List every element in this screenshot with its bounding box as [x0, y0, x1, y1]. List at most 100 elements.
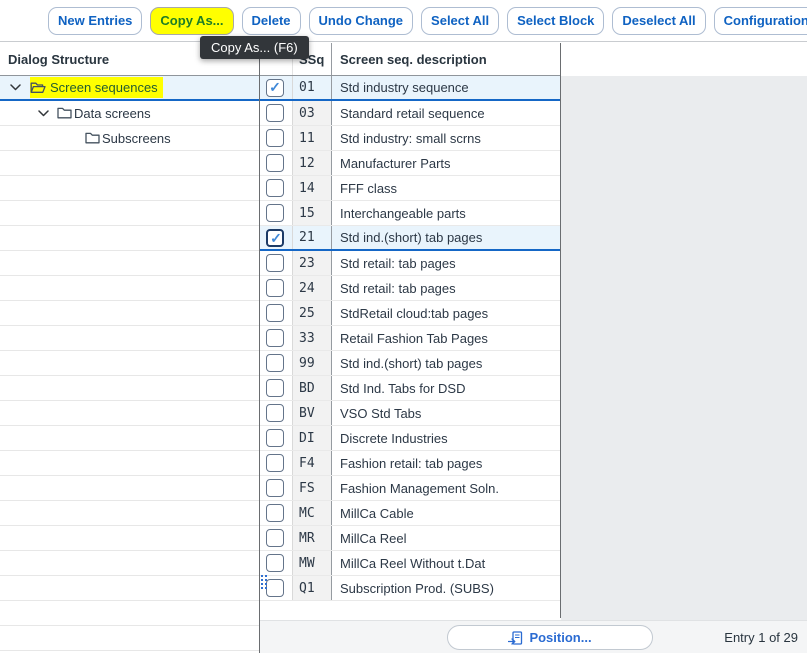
- table-row[interactable]: ✓ 99 Std ind.(short) tab pages: [260, 351, 560, 376]
- row-select-checkbox[interactable]: ✓: [266, 554, 284, 572]
- ssq-cell[interactable]: Q1: [292, 576, 332, 600]
- ssq-cell[interactable]: MR: [292, 526, 332, 550]
- ssq-cell[interactable]: DI: [292, 426, 332, 450]
- description-cell[interactable]: MillCa Reel Without t.Dat: [332, 551, 560, 575]
- configuration-help-button[interactable]: Configuration Help: [714, 7, 807, 35]
- table-row[interactable]: ✓ 24 Std retail: tab pages: [260, 276, 560, 301]
- row-select-checkbox[interactable]: ✓: [266, 379, 284, 397]
- description-cell[interactable]: VSO Std Tabs: [332, 401, 560, 425]
- tree-item-screen-sequences[interactable]: Screen sequences: [0, 76, 259, 101]
- row-select-checkbox[interactable]: ✓: [266, 429, 284, 447]
- table-row[interactable]: ✓ 25 StdRetail cloud:tab pages: [260, 301, 560, 326]
- new-entries-button[interactable]: New Entries: [48, 7, 142, 35]
- description-cell[interactable]: Std ind.(short) tab pages: [332, 351, 560, 375]
- description-cell[interactable]: Subscription Prod. (SUBS): [332, 576, 560, 600]
- copy-as-button[interactable]: Copy As...: [150, 7, 233, 35]
- select-all-button[interactable]: Select All: [421, 7, 499, 35]
- table-row[interactable]: ✓ Q1 Subscription Prod. (SUBS): [260, 576, 560, 601]
- ssq-cell[interactable]: F4: [292, 451, 332, 475]
- description-cell[interactable]: Std Ind. Tabs for DSD: [332, 376, 560, 400]
- description-cell[interactable]: Manufacturer Parts: [332, 151, 560, 175]
- table-row[interactable]: ✓ MC MillCa Cable: [260, 501, 560, 526]
- ssq-cell[interactable]: 11: [292, 126, 332, 150]
- row-select-checkbox[interactable]: ✓: [266, 354, 284, 372]
- ssq-cell[interactable]: 23: [292, 251, 332, 275]
- description-cell[interactable]: StdRetail cloud:tab pages: [332, 301, 560, 325]
- ssq-cell[interactable]: 14: [292, 176, 332, 200]
- select-block-button[interactable]: Select Block: [507, 7, 604, 35]
- row-drag-handle-icon[interactable]: [261, 575, 267, 589]
- description-cell[interactable]: Interchangeable parts: [332, 201, 560, 225]
- table-row[interactable]: ✓ DI Discrete Industries: [260, 426, 560, 451]
- row-select-checkbox[interactable]: ✓: [266, 179, 284, 197]
- description-cell[interactable]: Std industry sequence: [332, 76, 560, 99]
- description-cell[interactable]: Std industry: small scrns: [332, 126, 560, 150]
- chevron-down-icon[interactable]: [38, 110, 49, 117]
- description-cell[interactable]: Std ind.(short) tab pages: [332, 226, 560, 249]
- table-row[interactable]: ✓ 23 Std retail: tab pages: [260, 251, 560, 276]
- row-select-checkbox[interactable]: ✓: [266, 254, 284, 272]
- row-select-checkbox[interactable]: ✓: [266, 204, 284, 222]
- chevron-down-icon[interactable]: [10, 84, 21, 91]
- ssq-cell[interactable]: 15: [292, 201, 332, 225]
- table-row[interactable]: ✓ MR MillCa Reel: [260, 526, 560, 551]
- table-row[interactable]: ✓ FS Fashion Management Soln.: [260, 476, 560, 501]
- ssq-cell[interactable]: 21: [292, 226, 332, 249]
- ssq-cell[interactable]: FS: [292, 476, 332, 500]
- tree-item-subscreens[interactable]: Subscreens: [0, 126, 259, 151]
- row-select-checkbox[interactable]: ✓: [266, 129, 284, 147]
- undo-change-button[interactable]: Undo Change: [309, 7, 414, 35]
- table-row[interactable]: ✓ F4 Fashion retail: tab pages: [260, 451, 560, 476]
- description-cell[interactable]: Retail Fashion Tab Pages: [332, 326, 560, 350]
- row-select-checkbox[interactable]: ✓: [266, 79, 284, 97]
- ssq-cell[interactable]: 25: [292, 301, 332, 325]
- table-row[interactable]: ✓ BD Std Ind. Tabs for DSD: [260, 376, 560, 401]
- description-cell[interactable]: MillCa Cable: [332, 501, 560, 525]
- description-cell[interactable]: Std retail: tab pages: [332, 276, 560, 300]
- row-select-checkbox[interactable]: ✓: [266, 454, 284, 472]
- row-select-checkbox[interactable]: ✓: [266, 304, 284, 322]
- row-select-checkbox[interactable]: ✓: [266, 104, 284, 122]
- description-cell[interactable]: Discrete Industries: [332, 426, 560, 450]
- table-row[interactable]: ✓ BV VSO Std Tabs: [260, 401, 560, 426]
- table-row[interactable]: ✓ 33 Retail Fashion Tab Pages: [260, 326, 560, 351]
- description-column-header[interactable]: Screen seq. description: [332, 43, 560, 75]
- row-select-checkbox[interactable]: ✓: [266, 404, 284, 422]
- tree-item-data-screens[interactable]: Data screens: [0, 101, 259, 126]
- table-row[interactable]: ✓ 15 Interchangeable parts: [260, 201, 560, 226]
- row-select-checkbox[interactable]: ✓: [266, 479, 284, 497]
- description-cell[interactable]: Fashion Management Soln.: [332, 476, 560, 500]
- ssq-cell[interactable]: 99: [292, 351, 332, 375]
- description-cell[interactable]: Fashion retail: tab pages: [332, 451, 560, 475]
- row-select-checkbox[interactable]: ✓: [266, 579, 284, 597]
- description-cell[interactable]: FFF class: [332, 176, 560, 200]
- table-row[interactable]: ✓ MW MillCa Reel Without t.Dat: [260, 551, 560, 576]
- ssq-cell[interactable]: 33: [292, 326, 332, 350]
- ssq-cell[interactable]: 03: [292, 101, 332, 125]
- ssq-cell[interactable]: 24: [292, 276, 332, 300]
- deselect-all-button[interactable]: Deselect All: [612, 7, 705, 35]
- row-select-checkbox[interactable]: ✓: [266, 504, 284, 522]
- ssq-cell[interactable]: BD: [292, 376, 332, 400]
- table-row[interactable]: ✓ 01 Std industry sequence: [260, 76, 560, 101]
- ssq-cell[interactable]: 01: [292, 76, 332, 99]
- table-row[interactable]: ✓ 03 Standard retail sequence: [260, 101, 560, 126]
- row-select-checkbox[interactable]: ✓: [266, 229, 284, 247]
- table-row[interactable]: ✓ 14 FFF class: [260, 176, 560, 201]
- ssq-cell[interactable]: BV: [292, 401, 332, 425]
- row-select-checkbox[interactable]: ✓: [266, 154, 284, 172]
- delete-button[interactable]: Delete: [242, 7, 301, 35]
- description-cell[interactable]: Std retail: tab pages: [332, 251, 560, 275]
- table-row[interactable]: ✓ 21 Std ind.(short) tab pages: [260, 226, 560, 251]
- description-cell[interactable]: MillCa Reel: [332, 526, 560, 550]
- ssq-cell[interactable]: MW: [292, 551, 332, 575]
- row-select-checkbox[interactable]: ✓: [266, 279, 284, 297]
- description-cell[interactable]: Standard retail sequence: [332, 101, 560, 125]
- ssq-cell[interactable]: MC: [292, 501, 332, 525]
- ssq-cell[interactable]: 12: [292, 151, 332, 175]
- row-select-checkbox[interactable]: ✓: [266, 329, 284, 347]
- row-select-checkbox[interactable]: ✓: [266, 529, 284, 547]
- table-row[interactable]: ✓ 11 Std industry: small scrns: [260, 126, 560, 151]
- table-row[interactable]: ✓ 12 Manufacturer Parts: [260, 151, 560, 176]
- position-button[interactable]: Position...: [447, 625, 653, 650]
